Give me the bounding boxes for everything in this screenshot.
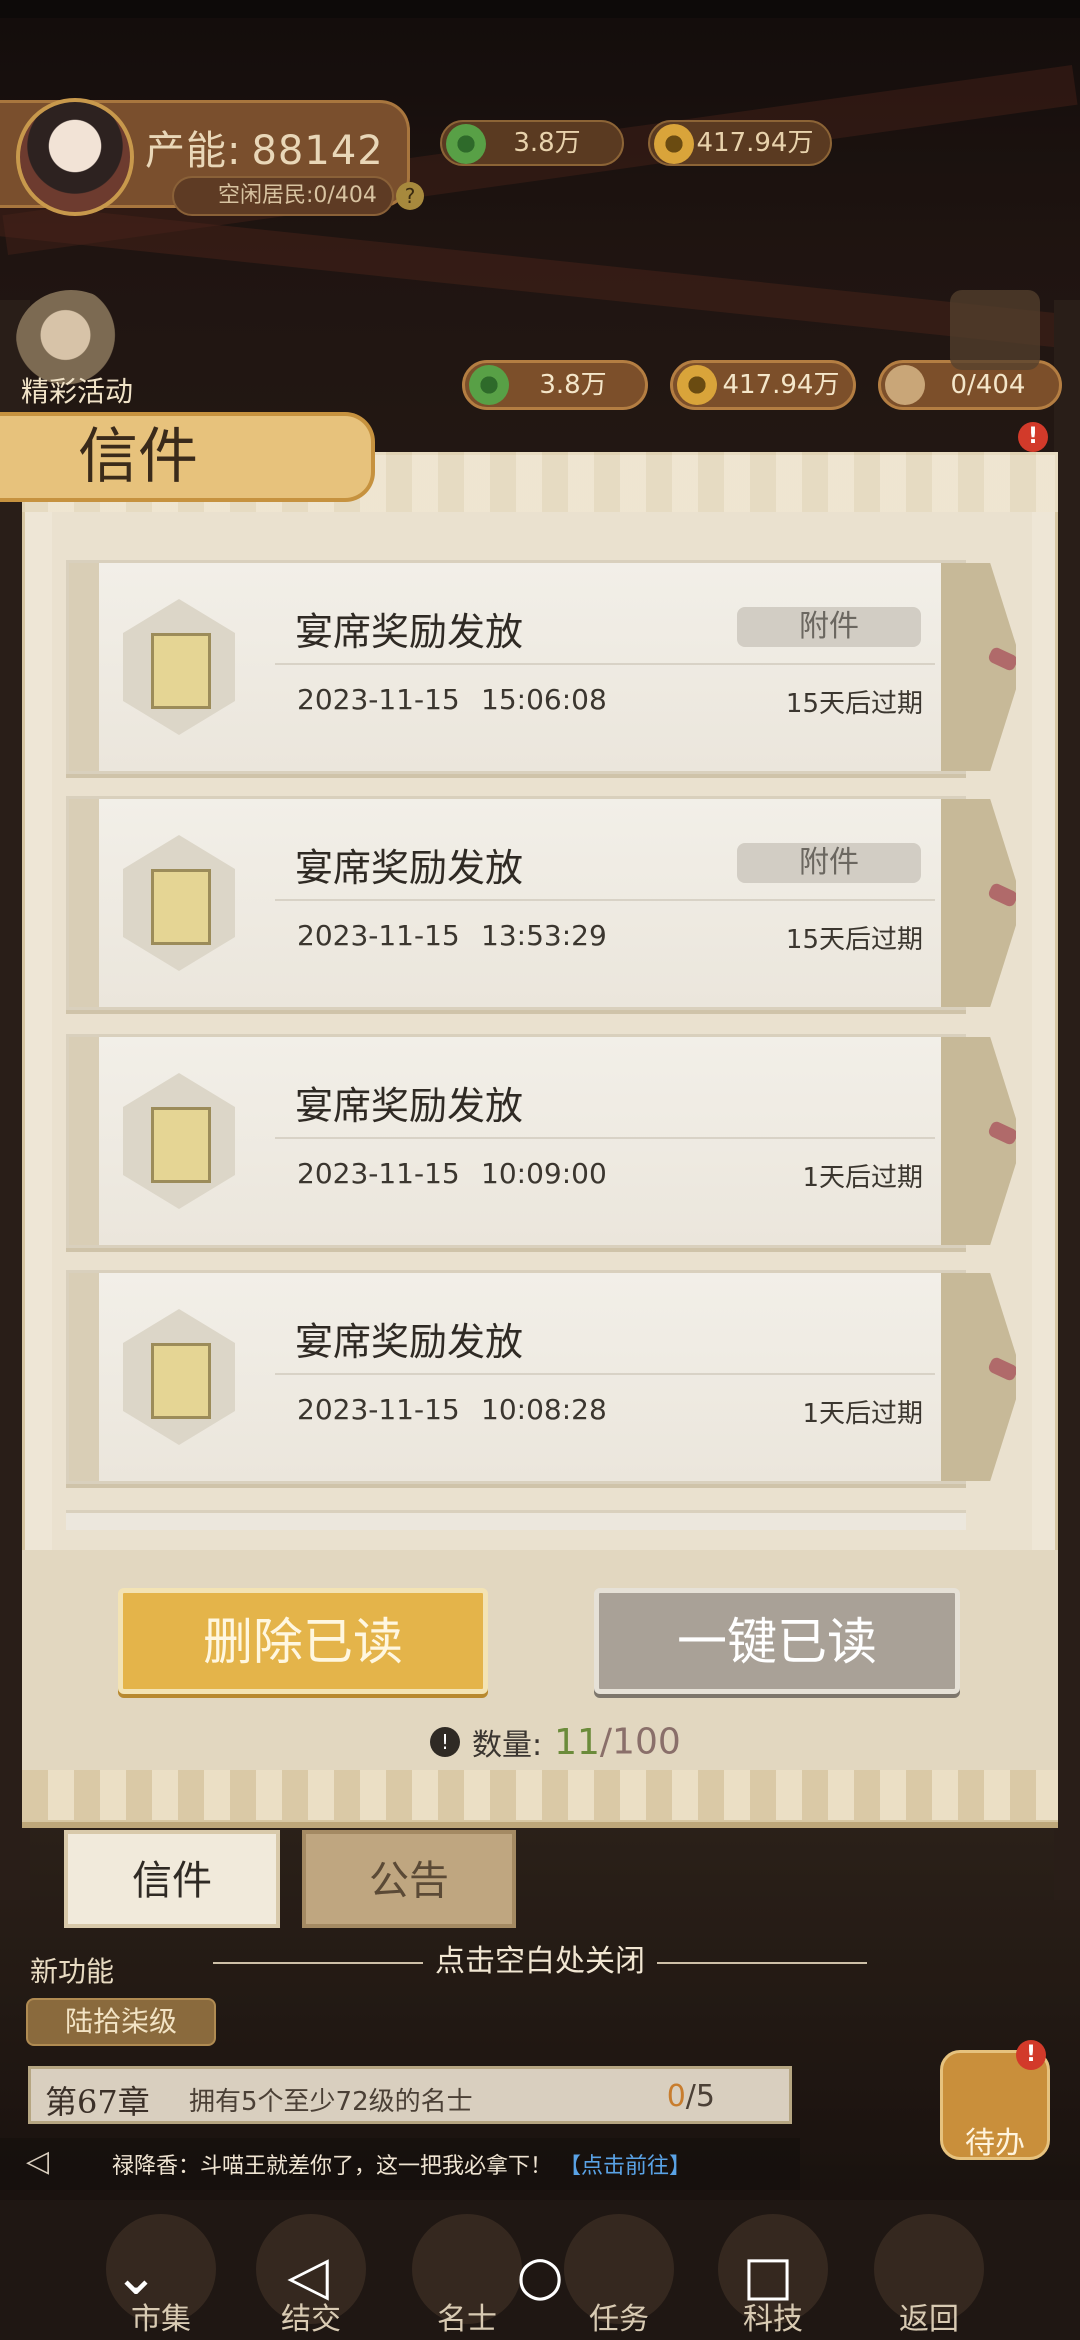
count-current: 11: [554, 1721, 600, 1763]
nav-label-back[interactable]: 返回: [864, 2294, 994, 2338]
mail-item[interactable]: 宴席奖励发放 2023-11-15 10:08:28 1天后过期: [66, 1270, 1016, 1484]
mail-left-bar: [69, 1037, 99, 1245]
mail-count: ! 数量: 11/100: [430, 1720, 681, 1764]
level-badge: 陆拾柒级: [26, 1998, 216, 2046]
mail-expiry: 15天后过期: [785, 925, 923, 955]
mail-item[interactable]: 宴席奖励发放 2023-11-15 10:09:00 1天后过期: [66, 1034, 1016, 1248]
chat-link[interactable]: 【点击前往】: [559, 2154, 691, 2179]
attachment-tag: 附件: [737, 843, 921, 883]
resource-value: 3.8万: [513, 128, 581, 158]
delete-read-button[interactable]: 删除已读: [118, 1588, 488, 1694]
mail-title: 宴席奖励发放: [295, 846, 524, 890]
divider: [657, 1961, 867, 1964]
gold-coin-icon: [677, 365, 717, 405]
todo-label[interactable]: 待办: [950, 2118, 1040, 2162]
idle-residents: 空闲居民:0/404: [172, 176, 394, 216]
divider: [275, 663, 935, 665]
mail-date: 2023-11-15: [297, 919, 460, 952]
chat-message: 禄降香：斗喵王就差你了，这一把我必拿下！ 【点击前往】: [112, 2148, 691, 2180]
mail-expiry: 1天后过期: [802, 1163, 923, 1193]
mail-time: 15:06:08: [481, 683, 607, 716]
chat-ticker[interactable]: ◁ 禄降香：斗喵王就差你了，这一把我必拿下！ 【点击前往】: [0, 2138, 800, 2190]
help-icon[interactable]: ?: [396, 182, 424, 210]
gold-coin-icon: [654, 124, 694, 164]
event-label[interactable]: 精彩活动: [12, 370, 142, 410]
panel-title: 信件: [0, 412, 375, 502]
mail-time: 10:08:28: [481, 1393, 607, 1426]
resident-icon: [885, 365, 925, 405]
scroll-icon[interactable]: [950, 290, 1040, 370]
mail-title: 宴席奖励发放: [295, 1320, 524, 1364]
letter-icon: [123, 599, 235, 735]
system-home-icon[interactable]: ○: [500, 2244, 580, 2307]
panel-pattern: [22, 1770, 1058, 1820]
system-recents-icon[interactable]: □: [728, 2244, 808, 2307]
system-collapse-icon[interactable]: ⌄: [96, 2244, 176, 2307]
mark-all-read-button[interactable]: 一键已读: [594, 1588, 960, 1694]
mail-expiry: 15天后过期: [785, 689, 923, 719]
mail-title: 宴席奖励发放: [295, 1084, 524, 1128]
chat-text: 禄降香：斗喵王就差你了，这一把我必拿下！: [112, 2154, 553, 2179]
notification-badge: !: [1016, 2040, 1046, 2070]
top-resource-gold[interactable]: 417.94万: [648, 120, 832, 166]
divider: [275, 899, 935, 901]
mail-time: 13:53:29: [481, 919, 607, 952]
status-bar: [0, 0, 1080, 18]
mail-expiry: 1天后过期: [802, 1399, 923, 1429]
tab-notice[interactable]: 公告: [302, 1830, 516, 1928]
chapter-task: 拥有5个至少72级的名士: [189, 2087, 473, 2117]
top-resource-green[interactable]: 3.8万: [440, 120, 624, 166]
letter-icon: [123, 1073, 235, 1209]
green-coin-icon: [446, 124, 486, 164]
close-hint: 点击空白处关闭: [0, 1936, 1080, 1980]
chapter-progress-current: 0: [666, 2079, 686, 2114]
count-label: 数量:: [472, 1728, 543, 1763]
speaker-icon[interactable]: ◁: [26, 2144, 66, 2184]
chapter-progress-total: /5: [685, 2079, 715, 2114]
green-coin-icon: [469, 365, 509, 405]
letter-icon: [123, 835, 235, 971]
mail-left-bar: [69, 563, 99, 771]
chapter-progress: 0/5: [667, 2079, 715, 2114]
close-hint-text: 点击空白处关闭: [435, 1944, 645, 1979]
system-back-icon[interactable]: ◁: [268, 2244, 348, 2307]
notification-badge: !: [1018, 422, 1048, 452]
chapter-number: 第67章: [45, 2083, 150, 2121]
mail-date: 2023-11-15: [297, 1393, 460, 1426]
chapter-bar[interactable]: 第67章 拥有5个至少72级的名士 0/5: [28, 2066, 792, 2124]
mail-item[interactable]: 宴席奖励发放 附件 2023-11-15 13:53:29 15天后过期: [66, 796, 1016, 1010]
mail-time: 10:09:00: [481, 1157, 607, 1190]
mail-left-bar: [69, 799, 99, 1007]
tab-mail[interactable]: 信件: [64, 1830, 280, 1928]
resource-value: 417.94万: [696, 128, 814, 158]
mail-date: 2023-11-15: [297, 1157, 460, 1190]
mail-list[interactable]: 宴席奖励发放 附件 2023-11-15 15:06:08 15天后过期 宴席奖…: [66, 560, 1016, 1530]
divider: [275, 1137, 935, 1139]
mail-date: 2023-11-15: [297, 683, 460, 716]
mail-left-bar: [69, 1273, 99, 1481]
mail-title: 宴席奖励发放: [295, 610, 524, 654]
mail-item[interactable]: 宴席奖励发放 附件 2023-11-15 15:06:08 15天后过期: [66, 560, 1016, 774]
production-value: 88142: [251, 128, 384, 174]
production-display: 产能: 88142: [145, 118, 384, 176]
warning-icon: !: [430, 1727, 460, 1757]
divider: [213, 1961, 423, 1964]
production-label: 产能:: [145, 128, 242, 174]
letter-icon: [123, 1309, 235, 1445]
avatar[interactable]: [16, 98, 134, 216]
attachment-tag: 附件: [737, 607, 921, 647]
count-max: /100: [599, 1721, 681, 1763]
mail-item-partial[interactable]: [66, 1510, 966, 1530]
new-feature-label[interactable]: 新功能: [30, 1950, 114, 1990]
resource-green[interactable]: 3.8万: [462, 360, 648, 410]
resource-gold[interactable]: 417.94万: [670, 360, 856, 410]
divider: [275, 1373, 935, 1375]
